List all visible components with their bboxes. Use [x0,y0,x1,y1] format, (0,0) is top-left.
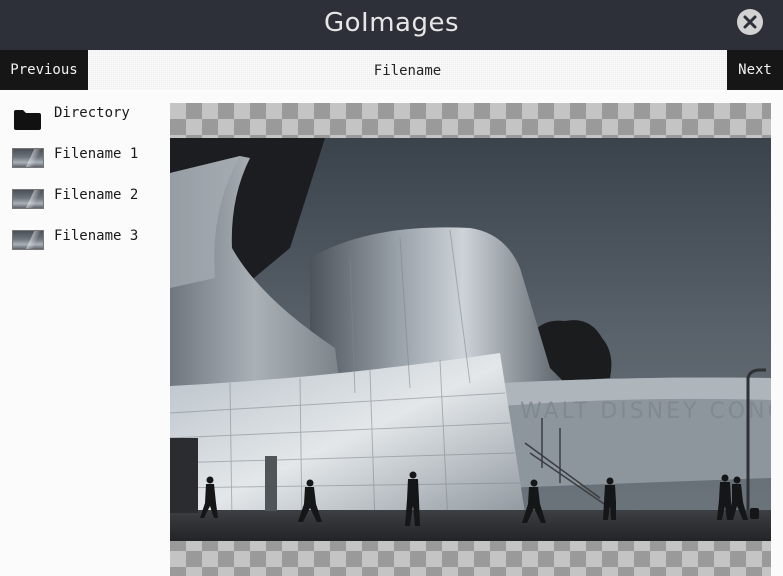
folder-icon [12,107,44,130]
concert-hall-photo: WALT DISNEY CONCERT HALL [170,138,771,541]
image-thumbnail-icon [12,189,44,209]
close-button[interactable] [737,9,763,35]
close-icon [743,15,757,29]
svg-text:WALT DISNEY CONCERT HALL: WALT DISNEY CONCERT HALL [520,399,771,424]
next-button[interactable]: Next [727,50,783,90]
image-thumbnail-icon [12,148,44,168]
previous-button[interactable]: Previous [0,50,88,90]
sidebar-item-label: Filename 2 [54,187,139,203]
sidebar-item-directory[interactable]: Directory [0,101,160,135]
sidebar-item-filename-2[interactable]: Filename 2 [0,183,160,217]
sidebar-item-filename-1[interactable]: Filename 1 [0,142,160,176]
sidebar-item-label: Directory [54,105,130,121]
file-sidebar: Directory Filename 1 Filename 2 Filename… [0,91,160,576]
image-thumbnail-icon [12,230,44,250]
current-filename: Filename [373,63,442,79]
title-bar: GoImages [0,0,783,50]
sidebar-item-label: Filename 1 [54,146,139,162]
image-viewer: WALT DISNEY CONCERT HALL [170,103,771,576]
toolbar: Previous Filename Next [0,50,783,90]
sidebar-item-filename-3[interactable]: Filename 3 [0,224,160,258]
window-title: GoImages [323,8,460,38]
sidebar-item-label: Filename 3 [54,228,139,244]
